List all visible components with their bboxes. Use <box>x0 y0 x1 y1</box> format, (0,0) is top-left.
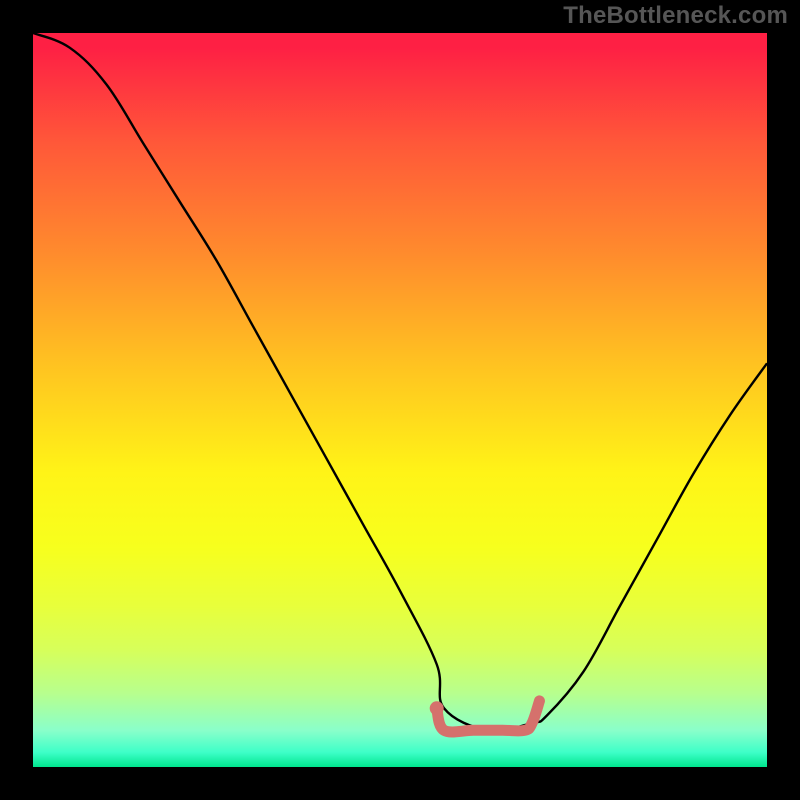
bottleneck-curve <box>33 33 767 731</box>
chart-svg <box>33 33 767 767</box>
plot-area <box>33 33 767 767</box>
watermark-text: TheBottleneck.com <box>563 2 788 30</box>
chart-frame: TheBottleneck.com <box>0 0 800 800</box>
optimal-start-dot <box>430 701 444 715</box>
